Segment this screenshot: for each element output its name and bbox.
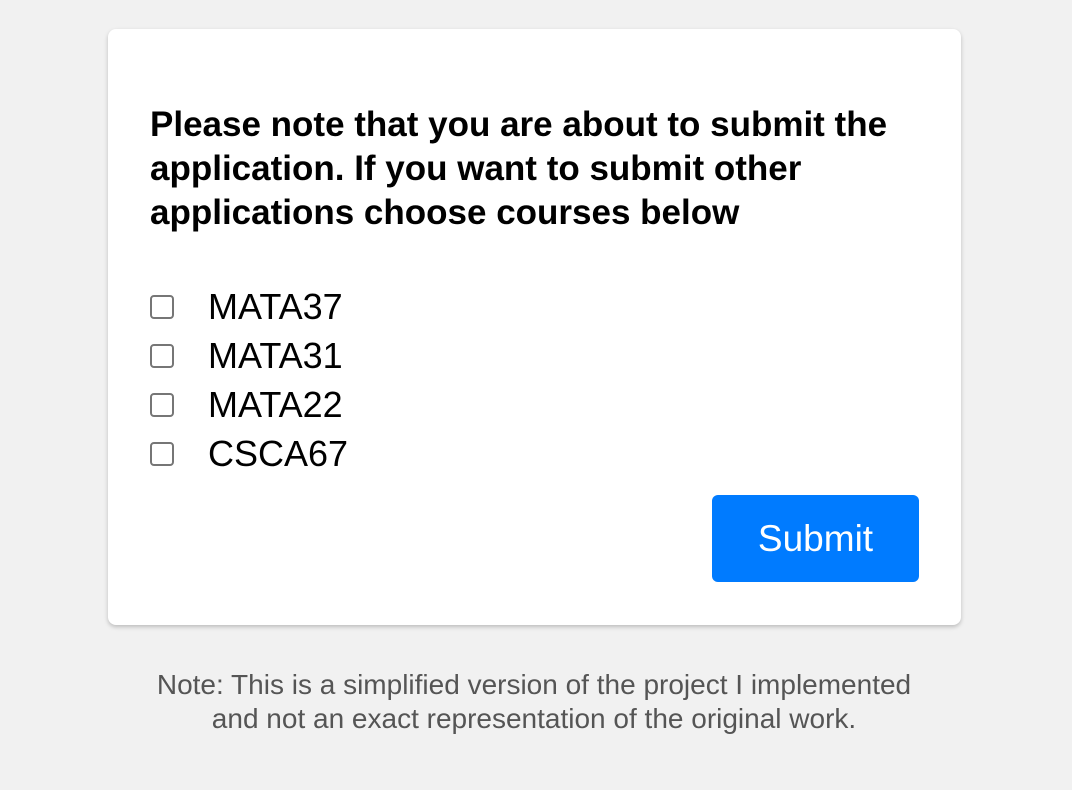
course-item-csca67[interactable]: CSCA67: [150, 429, 348, 478]
course-item-mata22[interactable]: MATA22: [150, 380, 348, 429]
course-list: MATA37 MATA31 MATA22 CSCA67: [150, 282, 348, 478]
disclaimer-line-1: Note: This is a simplified version of th…: [156, 669, 912, 700]
course-label[interactable]: MATA31: [208, 335, 343, 376]
course-checkbox[interactable]: [150, 294, 174, 319]
submit-button[interactable]: Submit: [712, 495, 919, 582]
course-checkbox[interactable]: [150, 441, 174, 466]
course-checkbox[interactable]: [150, 392, 174, 417]
disclaimer-line-2: and not an exact representation of the o…: [211, 703, 857, 734]
course-label[interactable]: MATA37: [208, 286, 343, 327]
application-heading: Please note that you are about to submit…: [150, 105, 888, 232]
course-checkbox[interactable]: [150, 343, 174, 368]
course-item-mata31[interactable]: MATA31: [150, 331, 348, 380]
course-label[interactable]: CSCA67: [208, 433, 348, 474]
application-card: Please note that you are about to submit…: [108, 29, 961, 625]
course-item-mata37[interactable]: MATA37: [150, 282, 348, 331]
disclaimer-note: Note: This is a simplified version of th…: [0, 668, 1068, 736]
course-label[interactable]: MATA22: [208, 384, 343, 425]
